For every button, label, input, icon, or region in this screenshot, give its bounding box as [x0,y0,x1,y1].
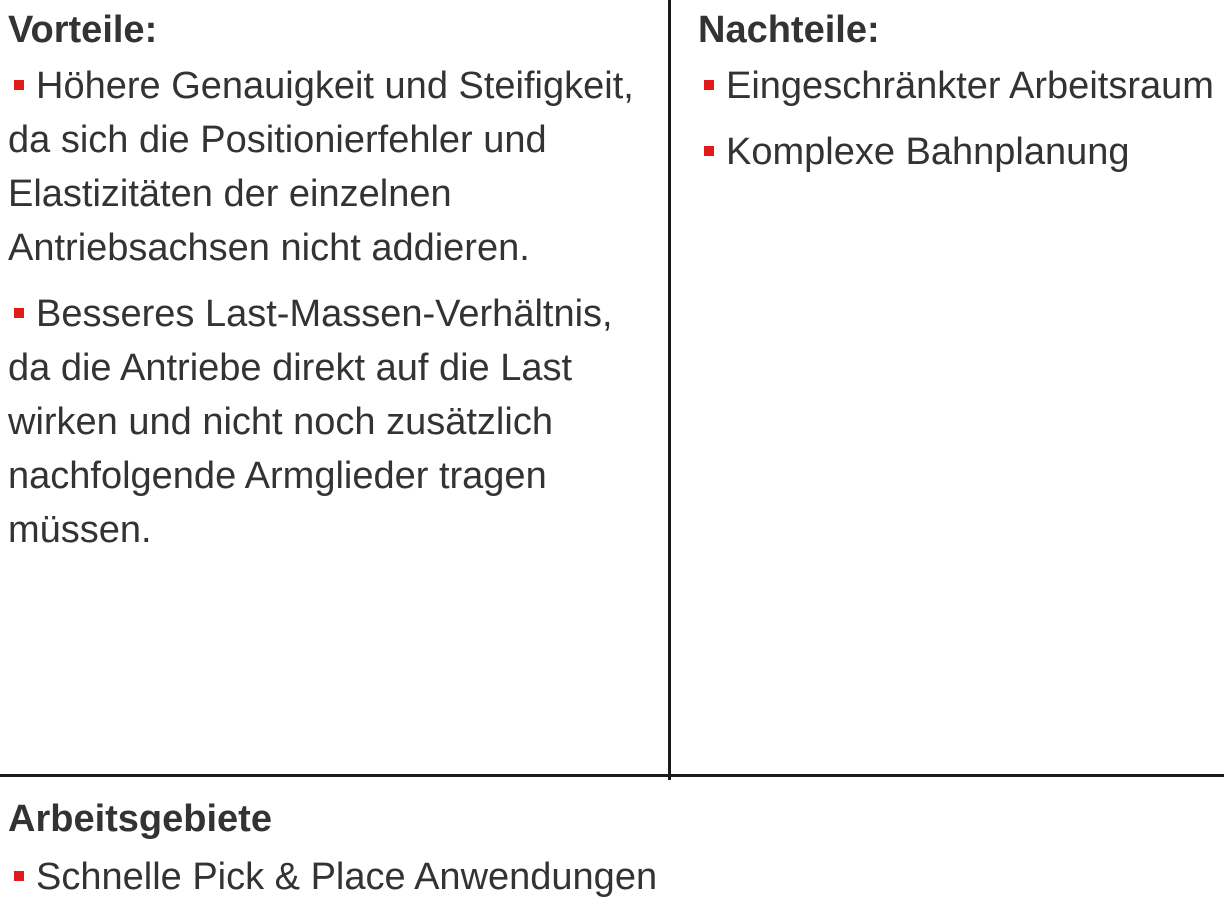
disadvantage-item-text: Eingeschränkter Arbeitsraum [726,65,1214,107]
advantage-item: Höhere Genauigkeit und Steifigkeit, da s… [8,59,658,275]
disadvantages-column: Nachteile: Eingeschränkter Arbeitsraum K… [698,0,1224,191]
application-areas-section: Arbeitsgebiete Schnelle Pick & Place Anw… [8,792,1208,916]
application-area-item-text: Schnelle Pick & Place Anwendungen [36,856,658,898]
disadvantage-item: Komplexe Bahnplanung [698,125,1224,179]
advantage-item-text: Besseres Last-Massen-Verhältnis, da die … [8,293,613,551]
horizontal-divider [0,774,1224,777]
square-bullet-icon [704,79,714,90]
application-areas-heading: Arbeitsgebiete [8,798,272,840]
advantages-heading: Vorteile: [8,9,158,51]
application-area-item: Schnelle Pick & Place Anwendungen [8,850,1208,904]
advantages-column: Vorteile: Höhere Genauigkeit und Steifig… [8,0,658,569]
vertical-divider [668,0,671,780]
square-bullet-icon [14,307,24,318]
square-bullet-icon [14,870,24,881]
square-bullet-icon [704,145,714,156]
advantage-item: Besseres Last-Massen-Verhältnis, da die … [8,287,658,557]
disadvantages-heading: Nachteile: [698,9,880,51]
slide-content: Vorteile: Höhere Genauigkeit und Steifig… [0,0,1224,914]
disadvantage-item-text: Komplexe Bahnplanung [726,131,1130,173]
square-bullet-icon [14,79,24,90]
advantage-item-text: Höhere Genauigkeit und Steifigkeit, da s… [8,65,634,269]
disadvantage-item: Eingeschränkter Arbeitsraum [698,59,1224,113]
